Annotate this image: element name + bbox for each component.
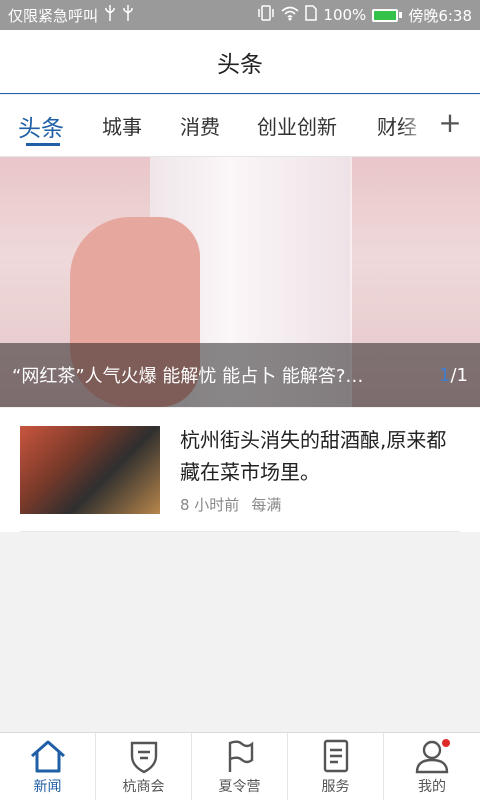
usb-icon	[122, 5, 134, 25]
usb-icon	[104, 5, 116, 25]
news-headline: 杭州街头消失的甜酒酿,原来都藏在菜市场里。	[180, 428, 447, 484]
list-item[interactable]: 杭州街头消失的甜酒酿,原来都藏在菜市场里。 8 小时前 每满	[0, 408, 480, 532]
battery-icon	[372, 8, 403, 22]
sim-icon	[305, 5, 318, 25]
hero-banner[interactable]: “网红茶”人气火爆 能解忧 能占卜 能解答?… 1/1	[0, 157, 480, 407]
home-icon	[30, 740, 65, 773]
flag-icon	[228, 740, 253, 772]
pager-current: 1	[439, 364, 451, 386]
tab-consumption[interactable]: 消费	[180, 111, 220, 140]
shield-icon	[130, 741, 157, 774]
tab-headlines[interactable]: 头条	[18, 109, 64, 143]
divider	[20, 531, 460, 532]
news-source: 每满	[251, 496, 282, 514]
status-time: 傍晚6:38	[408, 6, 472, 25]
title-bar: 头条	[0, 30, 480, 94]
add-tab-icon[interactable]: +	[432, 105, 468, 141]
tab-city[interactable]: 城事	[102, 111, 142, 140]
wifi-icon	[281, 5, 299, 25]
nav-profile[interactable]: 我的	[384, 733, 480, 800]
bottom-nav: 新闻 杭商会 夏令营 服务 我的	[0, 732, 480, 800]
status-bar: 仅限紧急呼叫 100% 傍晚6:38	[0, 0, 480, 30]
nav-label: 杭商会	[122, 779, 165, 795]
tab-entrepreneurship[interactable]: 创业创新	[257, 111, 337, 140]
page-title: 头条	[217, 51, 263, 78]
tabs-fade	[400, 95, 430, 155]
nav-camp[interactable]: 夏令营	[192, 733, 288, 800]
hero-caption-bar: “网红茶”人气火爆 能解忧 能占卜 能解答?… 1/1	[0, 343, 480, 407]
nav-label: 夏令营	[218, 779, 261, 795]
battery-percent: 100%	[323, 6, 367, 24]
nav-chamber[interactable]: 杭商会	[96, 733, 192, 800]
hero-pager: 1/1	[439, 365, 468, 386]
emergency-call-text: 仅限紧急呼叫	[8, 6, 99, 25]
nav-label: 我的	[418, 779, 446, 795]
news-thumbnail	[20, 426, 160, 514]
hero-caption: “网红茶”人气火爆 能解忧 能占卜 能解答?…	[12, 366, 364, 387]
nav-label: 服务	[321, 779, 350, 795]
pager-total: /1	[450, 364, 468, 386]
notification-badge	[442, 739, 450, 747]
news-meta: 8 小时前 每满	[180, 494, 281, 515]
news-time: 8 小时前	[180, 496, 240, 514]
nav-news[interactable]: 新闻	[0, 733, 96, 800]
vibrate-icon	[257, 5, 275, 25]
category-tabs: 头条 城事 消费 创业创新 财经 +	[0, 95, 480, 157]
nav-label: 新闻	[33, 779, 62, 795]
news-list: 杭州街头消失的甜酒酿,原来都藏在菜市场里。 8 小时前 每满	[0, 408, 480, 532]
document-icon	[323, 739, 348, 773]
active-tab-indicator	[26, 143, 60, 146]
nav-services[interactable]: 服务	[288, 733, 384, 800]
